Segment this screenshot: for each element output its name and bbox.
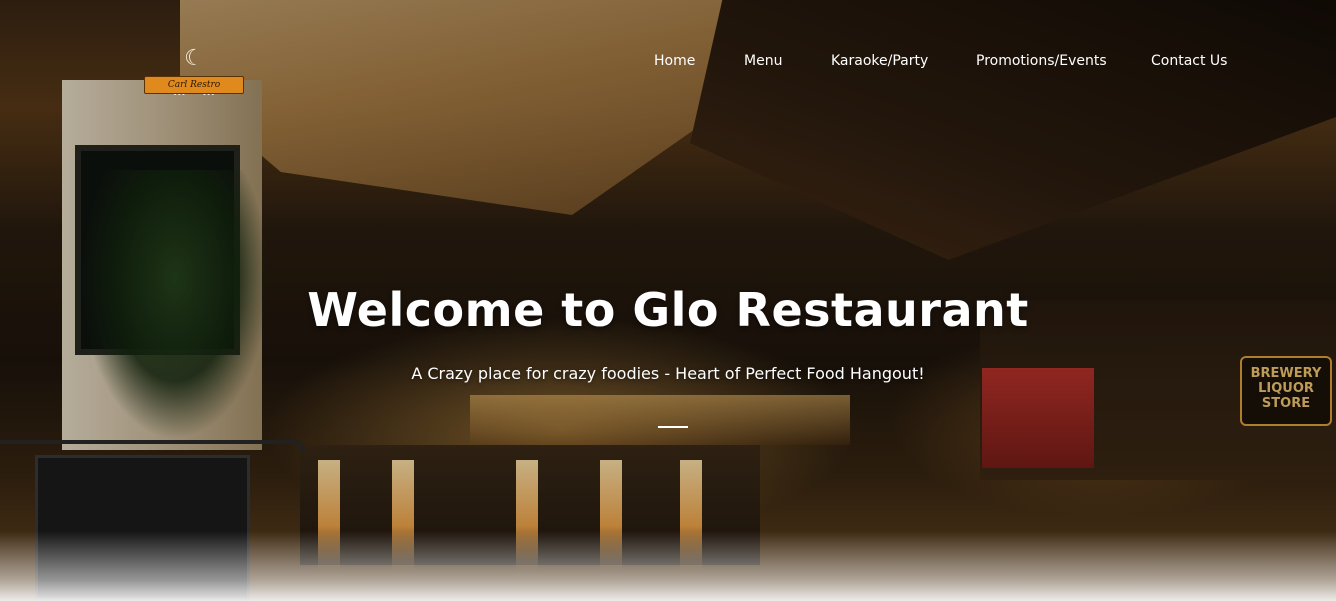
nav-item-karaoke-party[interactable]: Karaoke/Party (831, 50, 928, 72)
hero-title: Welcome to Glo Restaurant (307, 283, 1029, 337)
nav-item-promotions-events[interactable]: Promotions/Events (976, 50, 1107, 72)
hero-subtitle: A Crazy place for crazy foodies - Heart … (411, 364, 925, 383)
nav-item-home[interactable]: Home (654, 50, 695, 72)
bottom-fade (0, 531, 1336, 601)
nav-item-contact-us[interactable]: Contact Us (1151, 50, 1227, 72)
main-nav: Home Menu Karaoke/Party Promotions/Event… (0, 50, 1336, 72)
hero-divider (658, 426, 688, 428)
logo-banner-text: Carl Restro (144, 76, 244, 94)
nav-item-menu[interactable]: Menu (744, 50, 782, 72)
